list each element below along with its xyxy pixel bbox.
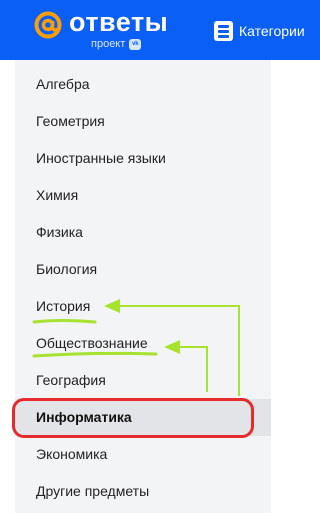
categories-menu-icon bbox=[214, 21, 233, 41]
vk-badge-icon: vk bbox=[129, 38, 142, 50]
sidebar-item-label: Иностранные языки bbox=[36, 150, 166, 166]
logo-text[interactable]: ответы bbox=[69, 6, 168, 38]
sidebar-item-label: Экономика bbox=[36, 446, 108, 462]
sidebar-item-physics[interactable]: Физика bbox=[15, 214, 271, 251]
logo-subtitle-text: проект bbox=[91, 38, 126, 50]
informatics-highlight-box bbox=[12, 398, 254, 438]
logo-subtitle: проект vk bbox=[91, 38, 142, 50]
sidebar-item-chemistry[interactable]: Химия bbox=[15, 177, 271, 214]
sidebar-item-label: Другие предметы bbox=[36, 483, 150, 499]
sidebar-item-geography[interactable]: География bbox=[15, 362, 271, 399]
sidebar-item-algebra[interactable]: Алгебра bbox=[15, 66, 271, 103]
sidebar-item-economics[interactable]: Экономика bbox=[15, 436, 271, 473]
sidebar-item-history[interactable]: История bbox=[15, 288, 271, 325]
sidebar-item-label: Биология bbox=[36, 261, 98, 277]
sidebar-item-label: Алгебра bbox=[36, 76, 90, 92]
sidebar-item-foreign-languages[interactable]: Иностранные языки bbox=[15, 140, 271, 177]
sidebar-item-social-studies[interactable]: Обществознание bbox=[15, 325, 271, 362]
top-header: ответы проект vk Категории bbox=[0, 0, 320, 60]
category-sidebar: Алгебра Геометрия Иностранные языки Хими… bbox=[15, 60, 271, 513]
at-sign-logo-icon[interactable] bbox=[33, 10, 63, 40]
sidebar-item-label: История bbox=[36, 298, 91, 314]
sidebar-item-geometry[interactable]: Геометрия bbox=[15, 103, 271, 140]
categories-button[interactable]: Категории bbox=[214, 18, 305, 44]
sidebar-item-label: Химия bbox=[36, 187, 79, 203]
categories-label: Категории bbox=[239, 23, 305, 39]
sidebar-item-label: Обществознание bbox=[36, 335, 148, 351]
sidebar-item-other-subjects[interactable]: Другие предметы bbox=[15, 473, 271, 510]
sidebar-item-label: Физика bbox=[36, 224, 83, 240]
sidebar-item-label: Геометрия bbox=[36, 113, 105, 129]
sidebar-item-label: География bbox=[36, 372, 106, 388]
sidebar-item-biology[interactable]: Биология bbox=[15, 251, 271, 288]
